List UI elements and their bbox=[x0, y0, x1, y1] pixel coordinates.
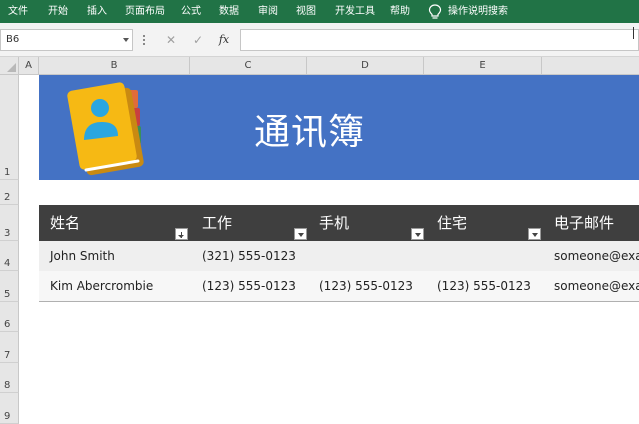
column-header-c[interactable]: C bbox=[190, 57, 307, 75]
tab-developer[interactable]: 开发工具 bbox=[335, 0, 375, 23]
formula-input[interactable] bbox=[240, 29, 639, 51]
select-all-corner[interactable] bbox=[0, 57, 19, 75]
tab-file[interactable]: 文件 bbox=[8, 0, 28, 23]
tell-me-search[interactable]: 操作说明搜索 bbox=[448, 0, 508, 23]
header-mobile: 手机 bbox=[319, 214, 350, 232]
table-row bbox=[39, 241, 639, 271]
cell-home[interactable]: (123) 555-0123 bbox=[437, 279, 531, 293]
header-email: 电子邮件 bbox=[554, 214, 615, 232]
header-work: 工作 bbox=[202, 214, 233, 232]
filter-dropdown-icon[interactable] bbox=[294, 228, 307, 240]
row-header-9[interactable]: 9 bbox=[0, 393, 19, 424]
cell-name[interactable]: Kim Abercrombie bbox=[50, 279, 153, 293]
column-header-b[interactable]: B bbox=[39, 57, 190, 75]
chevron-down-icon[interactable] bbox=[123, 38, 129, 42]
row-header-8[interactable]: 8 bbox=[0, 363, 19, 393]
cell-email[interactable]: someone@exa bbox=[554, 249, 639, 263]
tab-home[interactable]: 开始 bbox=[48, 0, 68, 23]
cell-work[interactable]: (123) 555-0123 bbox=[202, 279, 296, 293]
row-header-1[interactable]: 1 bbox=[0, 75, 19, 180]
tab-insert[interactable]: 插入 bbox=[87, 0, 107, 23]
tab-review[interactable]: 审阅 bbox=[258, 0, 278, 23]
formula-bar: B6 ✕ ✓ fx bbox=[0, 23, 639, 57]
text-cursor-icon bbox=[633, 27, 639, 39]
cell-work[interactable]: (321) 555-0123 bbox=[202, 249, 296, 263]
drag-handle-icon[interactable] bbox=[143, 35, 145, 47]
cell-email[interactable]: someone@exa bbox=[554, 279, 639, 293]
cancel-icon[interactable]: ✕ bbox=[163, 32, 179, 48]
tab-help[interactable]: 帮助 bbox=[390, 0, 410, 23]
ribbon: 文件 开始 插入 页面布局 公式 数据 审阅 视图 开发工具 帮助 操作说明搜索 bbox=[0, 0, 639, 23]
contact-book-icon bbox=[67, 82, 144, 176]
cell-name[interactable]: John Smith bbox=[50, 249, 115, 263]
name-box-value: B6 bbox=[6, 34, 20, 45]
enter-icon[interactable]: ✓ bbox=[190, 32, 206, 48]
filter-dropdown-icon[interactable] bbox=[411, 228, 424, 240]
column-header-d[interactable]: D bbox=[307, 57, 424, 75]
filter-dropdown-icon[interactable] bbox=[528, 228, 541, 240]
cell-mobile[interactable]: (123) 555-0123 bbox=[319, 279, 413, 293]
lightbulb-icon bbox=[428, 4, 442, 19]
column-header-a[interactable]: A bbox=[19, 57, 39, 75]
header-home: 住宅 bbox=[437, 214, 468, 232]
row-header-5[interactable]: 5 bbox=[0, 271, 19, 302]
row-header-6[interactable]: 6 bbox=[0, 302, 19, 332]
row-header-4[interactable]: 4 bbox=[0, 241, 19, 271]
column-header-f[interactable] bbox=[542, 57, 639, 75]
tab-data[interactable]: 数据 bbox=[219, 0, 239, 23]
tab-page-layout[interactable]: 页面布局 bbox=[125, 0, 165, 23]
tab-view[interactable]: 视图 bbox=[296, 0, 316, 23]
page-title: 通讯簿 bbox=[254, 112, 366, 153]
row-header-3[interactable]: 3 bbox=[0, 205, 19, 241]
name-box[interactable]: B6 bbox=[0, 29, 133, 51]
sort-filter-icon[interactable] bbox=[175, 228, 188, 240]
row-header-7[interactable]: 7 bbox=[0, 332, 19, 363]
header-name: 姓名 bbox=[50, 214, 81, 232]
row-header-2[interactable]: 2 bbox=[0, 180, 19, 205]
insert-function-icon[interactable]: fx bbox=[216, 32, 232, 48]
column-header-e[interactable]: E bbox=[424, 57, 542, 75]
tab-formulas[interactable]: 公式 bbox=[181, 0, 201, 23]
